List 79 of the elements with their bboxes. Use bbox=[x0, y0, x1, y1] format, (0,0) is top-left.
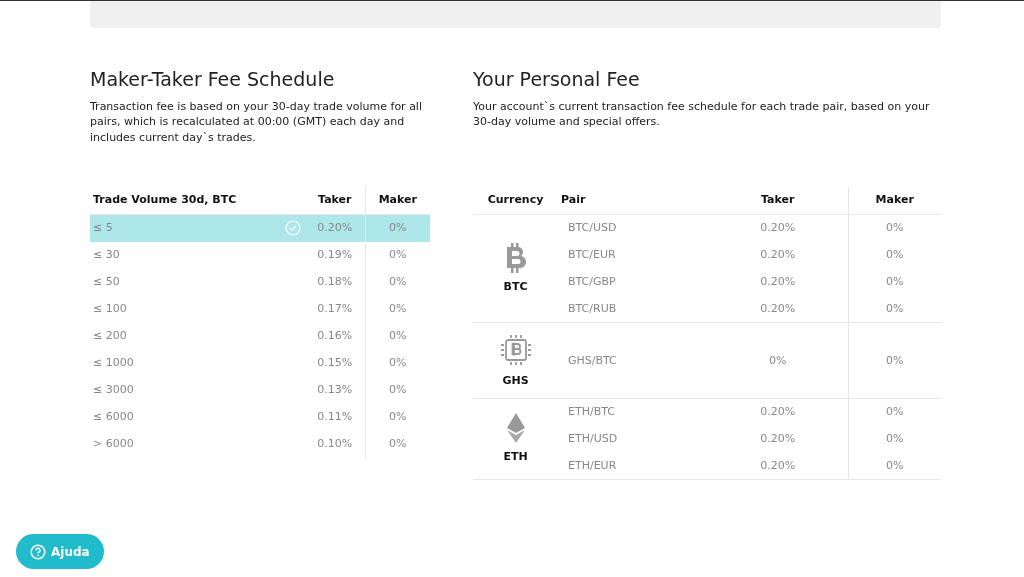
bitcoin-icon bbox=[504, 242, 527, 273]
table-cell: 0.16% bbox=[317, 329, 353, 343]
column-header: Trade Volume 30d, BTC bbox=[90, 186, 305, 215]
table-cell: ≤ 6000 bbox=[93, 410, 134, 424]
fee-tier-row[interactable]: ≤ 30 0.19% 0% bbox=[90, 241, 430, 269]
section-title: Maker-Taker Fee Schedule bbox=[90, 68, 336, 91]
table-cell: ≤ 200 bbox=[93, 329, 127, 343]
fee-tier-row[interactable]: > 6000 0.10% 0% bbox=[90, 430, 430, 458]
table-cell: 0.18% bbox=[317, 275, 353, 289]
table-cell: 0.13% bbox=[317, 383, 353, 397]
table-cell: ≤ 5 bbox=[93, 221, 113, 235]
table-cell: ≤ 50 bbox=[93, 275, 120, 289]
table-cell: ≤ 100 bbox=[93, 302, 127, 316]
table-cell: 0% bbox=[389, 410, 407, 424]
table-cell: 0.20% bbox=[760, 221, 796, 235]
column-header: Taker bbox=[305, 186, 366, 215]
fee-tier-row[interactable]: ≤ 3000 0.13% 0% bbox=[90, 376, 430, 404]
fee-tier-row[interactable]: ≤ 200 0.16% 0% bbox=[90, 322, 430, 350]
table-cell: 0.20% bbox=[760, 432, 796, 446]
table-cell: BTC/USD bbox=[568, 221, 617, 235]
column-header: Taker bbox=[708, 186, 848, 215]
ethereum-icon bbox=[505, 413, 526, 444]
table-cell: 0.20% bbox=[760, 248, 796, 262]
check-circle-icon bbox=[285, 220, 301, 237]
table-cell: ≤ 3000 bbox=[93, 383, 134, 397]
table-cell: 0% bbox=[886, 458, 904, 472]
fee-tier-row[interactable]: ≤ 1000 0.15% 0% bbox=[90, 349, 430, 377]
currency-name: BTC bbox=[502, 278, 529, 295]
bitcoin-chip-icon bbox=[498, 332, 533, 367]
table-cell: 0% bbox=[769, 353, 787, 367]
table-cell: 0.15% bbox=[317, 356, 353, 370]
fee-tier-row[interactable]: ≤ 50 0.18% 0% bbox=[90, 268, 430, 296]
table-cell: ETH/BTC bbox=[568, 405, 615, 419]
table-cell: ETH/USD bbox=[568, 432, 618, 446]
column-header: Pair bbox=[558, 186, 708, 215]
table-cell: 0.10% bbox=[317, 437, 353, 451]
column-header: Maker bbox=[365, 186, 430, 215]
table-cell: 0% bbox=[389, 383, 407, 397]
table-cell: 0.20% bbox=[760, 301, 796, 315]
table-cell: 0% bbox=[389, 437, 407, 451]
table-cell: 0% bbox=[886, 248, 904, 262]
table-cell: 0% bbox=[886, 405, 904, 419]
table-cell: 0.17% bbox=[317, 302, 353, 316]
currency-name: ETH bbox=[502, 449, 529, 466]
column-header: Currency bbox=[473, 186, 558, 215]
table-cell: 0.19% bbox=[317, 248, 353, 262]
table-cell: 0% bbox=[886, 432, 904, 446]
section-title: Your Personal Fee bbox=[473, 68, 641, 91]
help-icon bbox=[30, 543, 46, 560]
table-cell: 0% bbox=[886, 275, 904, 289]
table-cell: ≤ 1000 bbox=[93, 356, 134, 370]
table-cell: 0% bbox=[389, 221, 407, 235]
table-cell: 0.20% bbox=[760, 275, 796, 289]
fee-tier-row[interactable]: ≤ 6000 0.11% 0% bbox=[90, 403, 430, 431]
column-header: Maker bbox=[848, 186, 941, 215]
table-cell: ETH/EUR bbox=[568, 458, 617, 472]
description-text: Transaction fee is based on your 30-day trade volume for all pairs, which is recalculated at 00:00 (GMT) each day and includes current day`s trades. bbox=[90, 98, 423, 146]
help-button[interactable]: Ajuda bbox=[16, 534, 104, 569]
table-cell: BTC/GBP bbox=[568, 275, 616, 289]
table-cell: 0.20% bbox=[760, 405, 796, 419]
table-cell: 0% bbox=[886, 353, 904, 367]
table-cell: 0% bbox=[389, 302, 407, 316]
table-cell: BTC/EUR bbox=[568, 248, 616, 262]
table-cell: BTC/RUB bbox=[568, 301, 617, 315]
table-cell: 0% bbox=[389, 356, 407, 370]
table-cell: 0.20% bbox=[317, 221, 353, 235]
table-cell: 0% bbox=[389, 329, 407, 343]
table-cell: GHS/BTC bbox=[568, 353, 617, 367]
description-text: Your account`s current transaction fee schedule for each trade pair, based on your 30-day volume and special offers. bbox=[473, 98, 931, 131]
table-cell: 0% bbox=[886, 301, 904, 315]
table-cell: 0% bbox=[886, 221, 904, 235]
table-cell: 0.11% bbox=[317, 410, 353, 424]
fee-tier-row[interactable]: ≤ 100 0.17% 0% bbox=[90, 295, 430, 323]
table-cell: 0% bbox=[389, 275, 407, 289]
table-cell: ≤ 30 bbox=[93, 248, 120, 262]
table-cell: > 6000 bbox=[93, 437, 134, 451]
table-cell: 0.20% bbox=[760, 458, 796, 472]
table-cell: 0% bbox=[389, 248, 407, 262]
currency-name: GHS bbox=[501, 372, 530, 389]
